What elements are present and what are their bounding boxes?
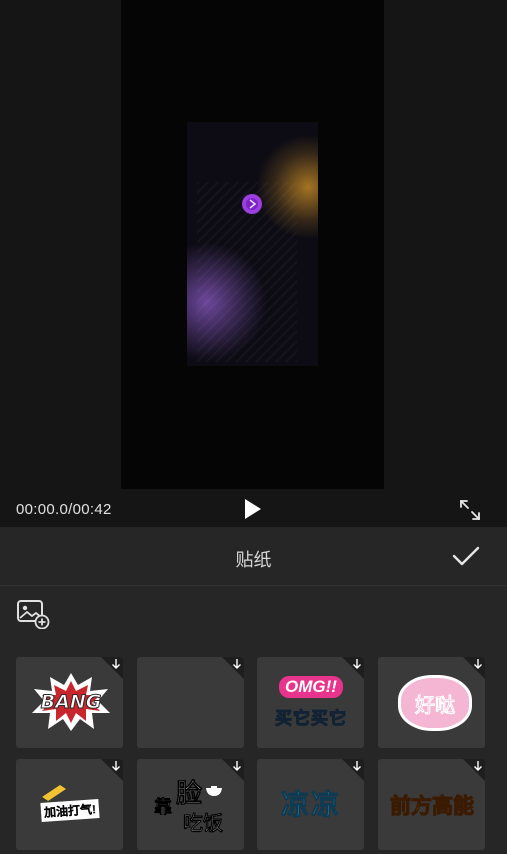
checkmark-icon[interactable] (451, 544, 481, 568)
sticker-tile-haoda[interactable]: 好哒 (378, 657, 485, 748)
sticker-bang-text: BANG (40, 691, 102, 714)
sticker-haoda-text: 好哒 (415, 694, 456, 717)
sticker-kao-text: 靠 (154, 797, 173, 818)
purple-orb-icon (242, 194, 262, 214)
sticker-panel: 贴纸 BANG OMG!! 买它买它 好哒 加油打气! 靠 脸 吃饭 凉凉 前方… (0, 527, 507, 854)
download-arrow-icon (112, 659, 120, 669)
sticker-tile-omg[interactable]: OMG!! 买它买它 (257, 657, 364, 748)
sticker-chifan-text: 吃饭 (183, 812, 224, 835)
sticker-omg-bottom-text: 买它买它 (275, 708, 347, 728)
preview-area (0, 0, 507, 527)
sticker-bang: BANG (30, 671, 112, 733)
sticker-lian: 脸 (173, 775, 205, 808)
sticker-chifan: 吃饭 (175, 807, 231, 835)
download-arrow-icon (233, 659, 241, 669)
sticker-kao: 靠 (151, 793, 175, 819)
sticker-liangliang: 凉凉 (265, 783, 357, 823)
sticker-liangliang-text: 凉凉 (280, 789, 341, 821)
sticker-qianfang: 前方高能 (384, 787, 480, 823)
sticker-omg-top-text: OMG!! (279, 676, 343, 698)
sticker-omg-bottom: 买它买它 (265, 701, 357, 731)
play-icon[interactable] (240, 497, 264, 521)
sticker-tile-bang[interactable]: BANG (16, 657, 123, 748)
video-content (187, 122, 318, 366)
download-arrow-icon (474, 761, 482, 771)
pen-icon (41, 785, 66, 801)
download-arrow-icon (474, 659, 482, 669)
sticker-jiayou-text: 加油打气! (40, 798, 100, 822)
download-arrow-icon (353, 659, 361, 669)
player-controls: 00:00.0/00:42 (0, 489, 507, 527)
panel-header: 贴纸 (0, 527, 507, 586)
download-arrow-icon (353, 761, 361, 771)
sticker-tile-liangliang[interactable]: 凉凉 (257, 759, 364, 850)
sticker-tile-jiayou[interactable]: 加油打气! (16, 759, 123, 850)
image-add-icon[interactable] (16, 599, 50, 629)
sticker-tile-qianfang[interactable]: 前方高能 (378, 759, 485, 850)
sticker-haoda: 好哒 (398, 675, 472, 731)
sticker-qianfang-text: 前方高能 (390, 795, 475, 819)
sticker-tile-kaolian[interactable]: 靠 脸 吃饭 (137, 759, 244, 850)
download-arrow-icon (233, 761, 241, 771)
sticker-lian-text: 脸 (175, 777, 203, 808)
fullscreen-icon[interactable] (458, 498, 482, 522)
bowl-icon (206, 786, 222, 796)
sticker-jiayou: 加油打气! (20, 798, 120, 822)
sticker-tile-blank[interactable] (137, 657, 244, 748)
panel-title: 贴纸 (235, 550, 272, 570)
playback-time: 00:00.0/00:42 (16, 501, 112, 518)
video-canvas[interactable] (121, 0, 384, 489)
download-arrow-icon (112, 761, 120, 771)
